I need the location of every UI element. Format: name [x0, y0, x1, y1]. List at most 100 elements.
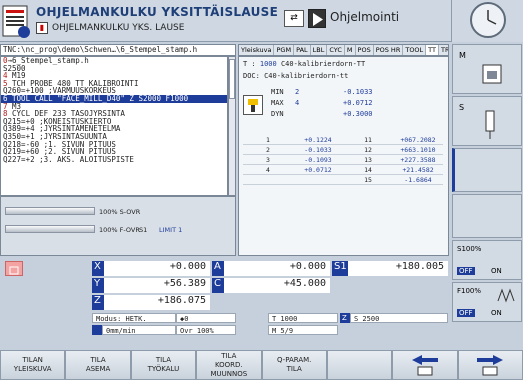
tab-trans[interactable]: TRANS: [439, 45, 448, 55]
axis-a-value: +0.000: [224, 261, 330, 276]
table-cell: 3: [266, 156, 270, 164]
program-line[interactable]: 0→6_Stempel_stamp.h: [1, 57, 227, 65]
spindle-speed-status: S 2500: [350, 313, 448, 323]
tt-measurement-table: 1 +0.1224 11 +067.2082 2 -0.1033 12 +663.1010 3 -…: [243, 135, 443, 185]
tab-cyc[interactable]: CYC: [327, 45, 345, 55]
side-key-4[interactable]: [452, 194, 522, 238]
override-panel: 100% S-OVR 100% F-OVR S1 LIMIT 1: [0, 196, 236, 256]
probe-icon: [243, 95, 263, 115]
axis-y-value: +56.389: [104, 278, 210, 293]
program-line[interactable]: Q227=+2 ;3. AKS. ALOITUSPISTE: [1, 155, 227, 164]
softkey-5[interactable]: Q-PARAM. TILA: [261, 350, 327, 380]
spindle-s1-label: S1: [139, 226, 148, 234]
screen-switch-icon[interactable]: ⇄: [284, 10, 304, 27]
s-function-key[interactable]: S: [452, 96, 522, 146]
axis-c-name: C: [212, 278, 224, 293]
max-b: +0.0712: [343, 99, 373, 107]
mode-header: OHJELMANKULKU YKSITTÄISLAUSE ▮ OHJELMANK…: [0, 0, 451, 42]
limit-label: LIMIT 1: [159, 226, 183, 234]
spindle-override-key[interactable]: S100% OFF ON: [452, 240, 522, 280]
axis-x-name: X: [92, 261, 104, 276]
feed-status: 0mm/min: [102, 325, 176, 335]
table-cell: 11: [364, 136, 372, 144]
table-row: 1 +0.1224 11 +067.2082: [243, 135, 443, 145]
program-scrollbar[interactable]: [228, 56, 236, 196]
softkey-2[interactable]: TILA ASEMA: [65, 350, 131, 380]
table-cell: 13: [364, 156, 372, 164]
axis-z-value: +186.075: [104, 295, 210, 310]
tool-label: T : 1000 C40-kalibrierdorn-TT: [243, 60, 366, 68]
softkey-7[interactable]: [392, 350, 458, 380]
single-block-icon: ▮: [36, 22, 48, 34]
table-cell: 2: [266, 146, 270, 154]
tab-lbl[interactable]: LBL: [311, 45, 328, 55]
clock-icon[interactable]: [470, 2, 506, 38]
min-label: MIN: [271, 88, 284, 96]
feed-wave-icon: [497, 288, 515, 303]
table-cell: +0.0712: [304, 166, 332, 174]
tab-pgm[interactable]: PGM: [274, 45, 295, 55]
program-path: TNC:\nc_prog\demo\Schwen…\6_Stempel_stam…: [0, 44, 236, 56]
mode-status: Modus: HETK.: [92, 313, 176, 323]
tool-status-panel: T : 1000 C40-kalibrierdorn-TT DOC: C40-k…: [238, 56, 449, 256]
warning-icon[interactable]: [5, 261, 23, 276]
program-line[interactable]: S2500: [1, 64, 227, 73]
table-cell: +067.2082: [400, 136, 436, 144]
softkey-3[interactable]: TILA TYÖKALU: [130, 350, 197, 380]
table-cell: 4: [266, 166, 270, 174]
feed-override-label: 100% F-OVR: [99, 226, 140, 234]
table-cell: +663.1010: [400, 146, 436, 154]
table-row: 3 -0.1093 13 +227.3588: [243, 155, 443, 165]
programming-icon[interactable]: [308, 9, 326, 28]
tab-tool[interactable]: TOOL: [403, 45, 427, 55]
zero-status: ◆0: [176, 313, 236, 323]
side-key-3[interactable]: [452, 148, 522, 192]
max-a: 4: [295, 99, 300, 107]
tab-pos-hr[interactable]: POS HR: [374, 45, 404, 55]
programming-mode-label[interactable]: Ohjelmointi: [330, 10, 399, 24]
softkey-4[interactable]: TILA KOORD. MUUNNOS: [196, 350, 262, 380]
axis-y-name: Y: [92, 278, 104, 293]
axis-z-name: Z: [92, 295, 104, 310]
dyn-b: +0.3000: [343, 110, 373, 118]
tab-pos[interactable]: POS: [356, 45, 374, 55]
tab-m[interactable]: M: [345, 45, 356, 55]
spindle-s1-value: +180.005: [348, 261, 448, 276]
softkey-1[interactable]: TILAN YLEISKUVA: [0, 350, 66, 380]
mode-title: OHJELMANKULKU YKSITTÄISLAUSE: [36, 5, 279, 19]
m-function-status: M 5/9: [268, 325, 338, 335]
axis-c-value: +45.000: [224, 278, 330, 293]
mode-subtitle: OHJELMANKULKU YKS. LAUSE: [52, 23, 185, 33]
feed-override-key[interactable]: F100% OFF ON: [452, 282, 522, 322]
arrow-right-icon: [477, 355, 504, 376]
machine-icon: [482, 64, 502, 84]
clock-area[interactable]: [451, 0, 523, 42]
spindle-override-label: 100% S-OVR: [99, 208, 141, 216]
table-cell: +227.3588: [400, 156, 436, 164]
table-cell: +21.4582: [402, 166, 434, 174]
feed-override-bar: [5, 225, 95, 233]
table-cell: -0.1093: [304, 156, 332, 164]
spindle-axis-z: Z: [340, 313, 350, 323]
table-cell: +0.1224: [304, 136, 332, 144]
axis-a-name: A: [212, 261, 224, 276]
axis-x-value: +0.000: [104, 261, 210, 276]
program-run-icon: [2, 4, 32, 38]
arrow-left-icon: [411, 355, 438, 376]
spindle-s1-name: S1: [332, 261, 348, 276]
min-b: -0.1033: [343, 88, 373, 96]
softkey-bar: TILAN YLEISKUVA TILA ASEMA TILA TYÖKALU TIL…: [0, 350, 523, 380]
table-cell: -0.1033: [304, 146, 332, 154]
tab-pal[interactable]: PAL: [294, 45, 311, 55]
table-cell: 15: [364, 176, 372, 184]
table-cell: [293, 175, 343, 184]
status-tabs[interactable]: YleiskuvaPGMPALLBLCYCMPOSPOS HRTOOLTTTRA…: [238, 44, 449, 56]
program-listing[interactable]: 0→6_Stempel_stamp.h S2500 4 M19 5 TCH PROB…: [0, 56, 228, 196]
tab-yleiskuva[interactable]: Yleiskuva: [239, 45, 275, 55]
softkey-8[interactable]: [457, 350, 523, 380]
program-line[interactable]: 6 TOOL CALL "FACE_MILL_D40" Z S2000 F100…: [1, 95, 227, 103]
position-display: X +0.000 A +0.000 S1 +180.005 Y +56.389 …: [0, 258, 451, 350]
tab-tt[interactable]: TT: [426, 45, 439, 55]
softkey-6[interactable]: [326, 350, 393, 380]
m-function-key[interactable]: M: [452, 44, 522, 94]
